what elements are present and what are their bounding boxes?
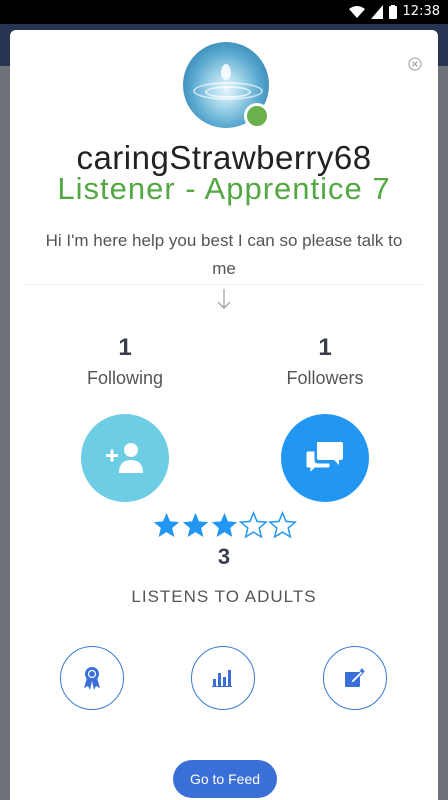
star-filled-icon xyxy=(182,512,209,537)
bar-chart-icon xyxy=(212,670,232,687)
following-count: 1 xyxy=(118,334,132,361)
stats-button[interactable] xyxy=(191,646,255,710)
star-filled-icon xyxy=(153,512,180,537)
followers-label: Followers xyxy=(286,368,364,388)
status-time: 12:38 xyxy=(402,4,440,19)
signal-icon xyxy=(370,4,383,19)
star-filled-icon xyxy=(211,512,238,537)
bio-text: Hi I'm here help you best I can so pleas… xyxy=(45,231,403,278)
wifi-icon xyxy=(348,5,365,18)
close-icon[interactable] xyxy=(408,57,422,71)
following-stat[interactable]: 1 Following xyxy=(55,334,195,389)
divider xyxy=(24,284,424,285)
listens-to-label: LISTENS TO ADULTS xyxy=(131,587,317,606)
achievements-button[interactable] xyxy=(60,646,124,710)
status-bar: 12:38 xyxy=(0,0,448,24)
follow-button[interactable] xyxy=(81,414,169,502)
arrow-down-icon[interactable] xyxy=(216,288,232,310)
go-to-feed-button[interactable]: Go to Feed xyxy=(173,760,277,798)
star-rating xyxy=(152,511,297,540)
online-status-dot xyxy=(244,103,270,129)
award-badge-icon xyxy=(84,667,100,690)
rating-value: 3 xyxy=(217,544,231,569)
following-label: Following xyxy=(86,368,164,388)
avatar-container xyxy=(183,42,270,129)
followers-count: 1 xyxy=(318,334,332,361)
message-button[interactable] xyxy=(281,414,369,502)
chat-icon xyxy=(305,442,343,475)
edit-icon xyxy=(345,668,365,687)
battery-icon xyxy=(388,4,397,19)
star-empty-icon xyxy=(268,511,297,539)
profile-modal: caringStrawberry68 Listener - Apprentice… xyxy=(10,30,438,800)
edit-button[interactable] xyxy=(323,646,387,710)
add-user-icon xyxy=(106,443,143,473)
listener-rank: Listener - Apprentice 7 xyxy=(57,171,391,206)
followers-stat[interactable]: 1 Followers xyxy=(255,334,395,389)
star-empty-icon xyxy=(239,511,268,539)
